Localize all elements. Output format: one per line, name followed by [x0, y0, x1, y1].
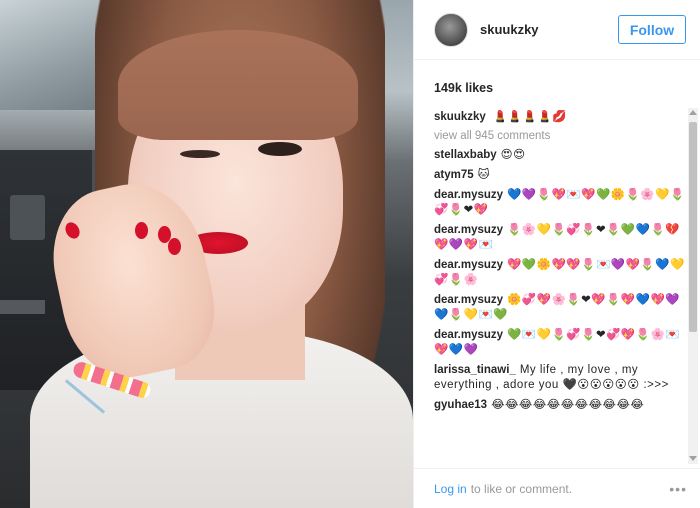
comment-text: 🐱	[477, 169, 491, 181]
caption-text: 💄💄💄💄💋	[492, 111, 568, 123]
login-link[interactable]: Log in	[434, 482, 467, 496]
view-all-comments-link[interactable]: view all 945 comments	[434, 130, 694, 142]
comment-author[interactable]: dear.mysuzy	[434, 259, 503, 271]
comment-author[interactable]: stellaxbaby	[434, 149, 497, 161]
comment-author[interactable]: dear.mysuzy	[434, 189, 503, 201]
comment-text: 😍😍	[500, 149, 526, 161]
more-options-icon[interactable]: •••	[669, 481, 687, 497]
comment-author[interactable]: dear.mysuzy	[434, 294, 503, 306]
caption: skuukzky 💄💄💄💄💋	[434, 110, 694, 125]
login-prompt-text: to like or comment.	[470, 481, 573, 496]
avatar[interactable]	[434, 12, 468, 47]
comments-scrollbar[interactable]	[688, 108, 698, 464]
left-eye	[180, 150, 220, 158]
comment-item: dear.mysuzy 💙💜🌷💖💌💖💚🌼🌷🌸💛🌷💞🌷❤💖	[434, 188, 694, 218]
username[interactable]: skuukzky	[480, 22, 618, 37]
comment-item: atym75 🐱	[434, 168, 694, 183]
comment-item: dear.mysuzy 💚💌💛🌷💞🌷❤💞💖🌷🌸💌💖💙💜	[434, 328, 694, 358]
nail	[135, 222, 148, 239]
comment-item: gyuhae13 😂😂😂😂😂😂😂😂😂😂😂	[434, 398, 694, 413]
car-vent-lower	[0, 300, 45, 314]
follow-button[interactable]: Follow	[618, 15, 686, 44]
comment-author[interactable]: dear.mysuzy	[434, 329, 503, 341]
comment-author[interactable]: larissa_tinawi_	[434, 364, 516, 376]
post-footer: Log in to like or comment. •••	[414, 468, 700, 508]
post-header: skuukzky Follow	[414, 0, 700, 60]
comment-item: larissa_tinawi_ My life , my love , my ev…	[434, 363, 694, 393]
scroll-thumb[interactable]	[689, 122, 697, 332]
comments-list[interactable]: skuukzky 💄💄💄💄💋 view all 945 comments ste…	[434, 110, 694, 462]
comment-author[interactable]: atym75	[434, 169, 474, 181]
comment-item: dear.mysuzy 🌼💞💖🌸🌷❤💖🌷💖💙💖💜💙🌷💛💌💚	[434, 293, 694, 323]
likes-count[interactable]: 149k likes	[434, 81, 493, 95]
bangs	[118, 30, 358, 140]
scroll-down-arrow-icon[interactable]	[689, 456, 697, 461]
comment-text: 😂😂😂😂😂😂😂😂😂😂😂	[491, 399, 645, 411]
car-vent	[10, 195, 45, 240]
comment-author[interactable]: dear.mysuzy	[434, 224, 503, 236]
caption-author[interactable]: skuukzky	[434, 111, 486, 123]
comment-author[interactable]: gyuhae13	[434, 399, 487, 411]
comment-item: stellaxbaby 😍😍	[434, 148, 694, 163]
scroll-up-arrow-icon[interactable]	[689, 110, 697, 115]
post-photo	[0, 0, 413, 508]
comment-item: dear.mysuzy 🌷🌸💛🌷💞🌷❤🌷💚💙🌷💔💖💜💖💌	[434, 223, 694, 253]
nail	[168, 238, 181, 255]
post-panel: skuukzky Follow 149k likes skuukzky 💄💄💄💄…	[413, 0, 700, 508]
comment-item: dear.mysuzy 💖💚🌼💖💖🌷💌💜💖🌷💙💛💞🌷🌸	[434, 258, 694, 288]
right-eye	[258, 142, 302, 156]
